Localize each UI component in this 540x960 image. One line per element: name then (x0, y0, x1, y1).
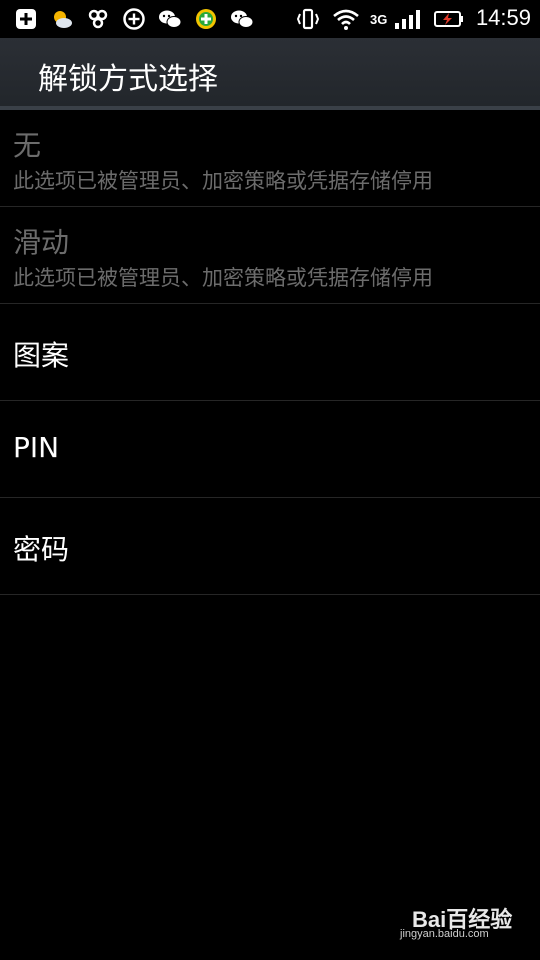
weather-icon (50, 7, 74, 31)
wechat-icon (230, 7, 254, 31)
option-title: 图案 (13, 339, 70, 372)
option-title: 滑动 (13, 226, 70, 259)
green-app-icon (194, 7, 218, 31)
status-bar: 3G 14:59 (0, 0, 540, 38)
app-icon (86, 7, 110, 31)
watermark-url: jingyan.baidu.com (400, 928, 489, 940)
unlock-method-list: 无 此选项已被管理员、加密策略或凭据存储停用 滑动 此选项已被管理员、加密策略或… (0, 110, 540, 595)
option-title: PIN (13, 431, 60, 464)
option-pin[interactable]: PIN (0, 401, 540, 498)
page-title: 解锁方式选择 (38, 62, 218, 97)
option-slide: 滑动 此选项已被管理员、加密策略或凭据存储停用 (0, 207, 540, 304)
network-type: 3G (370, 12, 388, 27)
wechat-icon (158, 7, 182, 31)
wifi-icon (332, 7, 360, 31)
option-none: 无 此选项已被管理员、加密策略或凭据存储停用 (0, 110, 540, 207)
option-title: 密码 (13, 533, 70, 566)
plus-circle-icon (122, 7, 146, 31)
option-password[interactable]: 密码 (0, 498, 540, 595)
watermark: Bai百经验 jingyan.baidu.com (400, 902, 512, 946)
option-disabled-notice: 此选项已被管理员、加密策略或凭据存储停用 (13, 266, 433, 290)
option-disabled-notice: 此选项已被管理员、加密策略或凭据存储停用 (13, 169, 433, 193)
vibrate-icon (296, 7, 320, 31)
clock: 14:59 (475, 5, 531, 30)
action-bar: 解锁方式选择 (0, 38, 540, 110)
signal-icon (394, 7, 424, 31)
option-pattern[interactable]: 图案 (0, 304, 540, 401)
battery-charging-icon (434, 7, 464, 31)
add-icon (14, 7, 38, 31)
option-title: 无 (13, 129, 42, 162)
